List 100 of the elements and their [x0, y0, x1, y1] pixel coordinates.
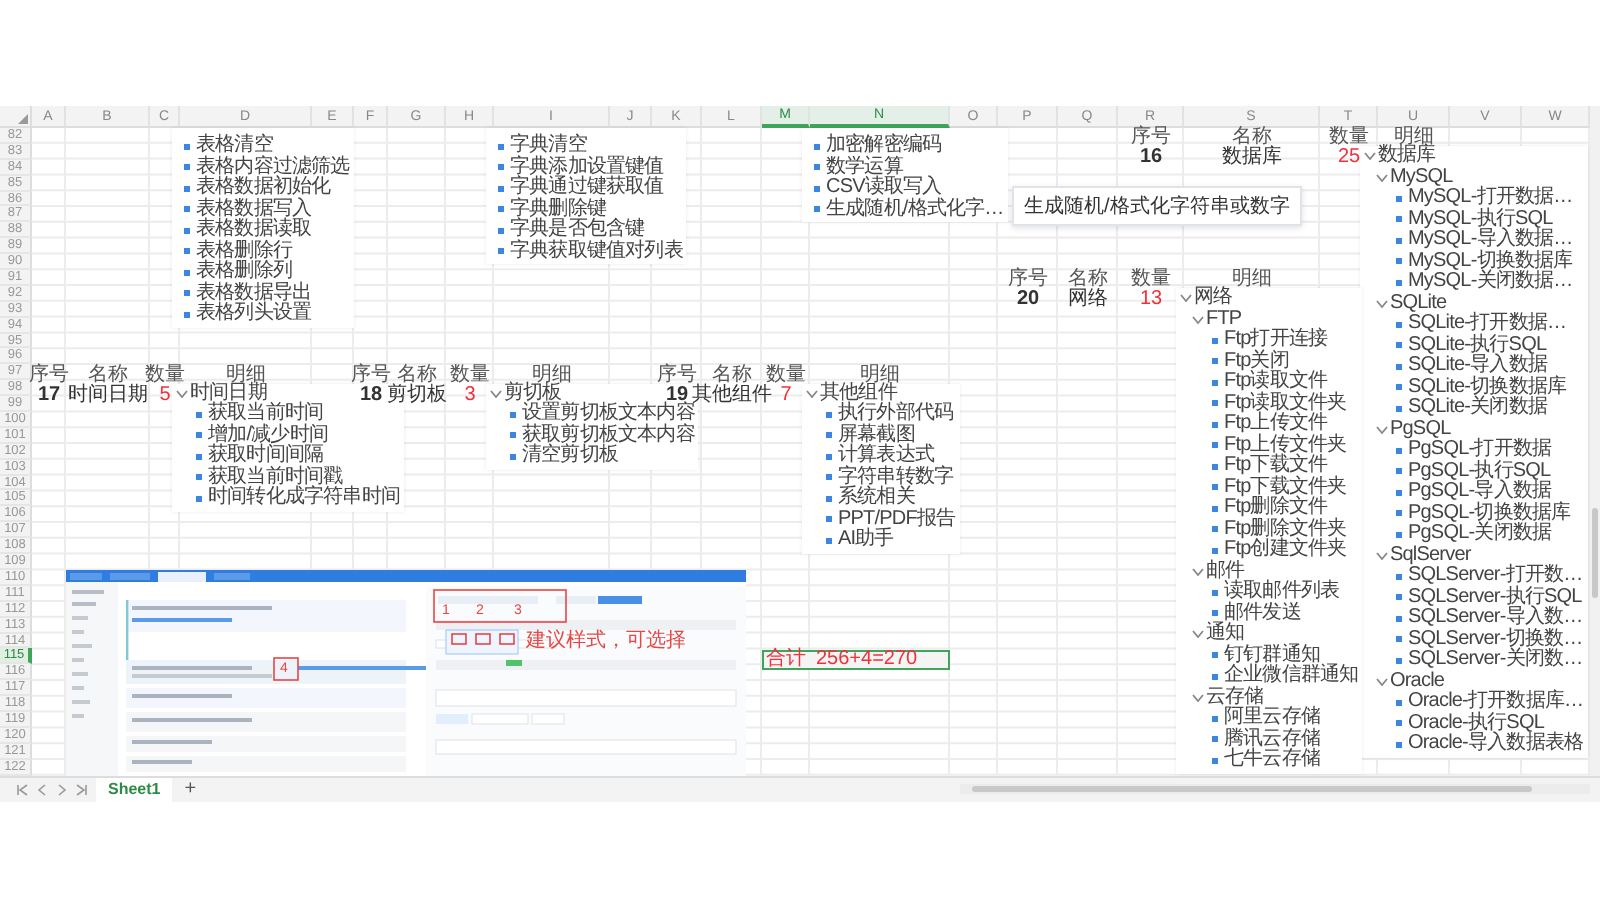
chevron-icon[interactable]: [1192, 693, 1204, 702]
bullet-icon: [1212, 610, 1218, 617]
tree-item: 清空剪切板: [522, 446, 619, 467]
tree-group-label[interactable]: MySQL: [1390, 167, 1453, 188]
tree-item: Ftp下载文件: [1224, 456, 1328, 477]
bullet-icon: [826, 432, 832, 439]
bullet-icon: [1396, 237, 1402, 244]
bullet-icon: [184, 164, 190, 171]
bullet-icon: [1212, 421, 1218, 428]
chevron-icon[interactable]: [1364, 152, 1376, 161]
bullet-icon: [1396, 342, 1402, 349]
tree-item: 阿里云存储: [1224, 708, 1321, 729]
bullet-icon: [826, 537, 832, 544]
sheet-tab[interactable]: Sheet1: [96, 777, 173, 802]
header-label: 数量: [450, 363, 490, 385]
tree-item: SQLServer-打开数…: [1408, 566, 1583, 586]
tree-item: SQLite-执行SQL: [1408, 335, 1547, 355]
count-value: 3: [464, 383, 476, 405]
bullet-icon: [184, 227, 190, 234]
bullet-icon: [1212, 442, 1218, 449]
list-item: 表格数据写入: [196, 199, 312, 219]
header-label: 明细: [532, 363, 572, 385]
bullet-icon: [498, 185, 504, 192]
bullet-icon: [1396, 510, 1402, 517]
tree-item: 屏幕截图: [838, 425, 915, 445]
header-label: 名称: [712, 363, 752, 385]
tree-group-label[interactable]: PgSQL: [1390, 419, 1451, 440]
bullet-icon: [1212, 337, 1218, 344]
select-all-icon[interactable]: [18, 114, 28, 124]
add-sheet-button[interactable]: +: [178, 779, 203, 800]
tree-item: SQLite-打开数据…: [1408, 314, 1567, 334]
tree-item: SQLite-关闭数据: [1408, 398, 1548, 419]
header-label: 数量: [1131, 268, 1171, 291]
tree-group-label[interactable]: 时间日期: [190, 383, 267, 404]
count-value: 13: [1139, 288, 1163, 311]
bullet-icon: [1396, 405, 1402, 412]
chevron-icon[interactable]: [1376, 173, 1388, 182]
tree-item: SQLServer-关闭数…: [1408, 650, 1583, 671]
tree-group-label[interactable]: Oracle: [1390, 671, 1445, 692]
tree-item: SQLServer-导入数…: [1408, 608, 1583, 628]
tree-item: MySQL-打开数据…: [1408, 188, 1573, 208]
chevron-icon[interactable]: [1192, 315, 1204, 324]
tree-item: Ftp上传文件: [1224, 414, 1328, 435]
tree-group-label[interactable]: 通知: [1206, 624, 1245, 646]
bullet-icon: [1396, 363, 1402, 370]
bullet-icon: [1396, 531, 1402, 538]
chevron-icon[interactable]: [806, 389, 818, 398]
tree-item: 获取当前时间: [208, 404, 324, 424]
chevron-icon[interactable]: [1376, 551, 1388, 560]
bullet-icon: [510, 432, 516, 439]
list-item: 字典通过键获取值: [510, 178, 664, 198]
scrollbar-thumb[interactable]: [972, 785, 1532, 792]
chevron-icon[interactable]: [1376, 677, 1388, 686]
bullet-icon: [1396, 447, 1402, 454]
horizontal-scrollbar[interactable]: [960, 783, 1590, 794]
vertical-scrollbar[interactable]: [1590, 106, 1600, 776]
tree-group-label[interactable]: 剪切板: [504, 383, 562, 404]
count-value: 25: [1337, 146, 1361, 168]
tree-item: Ftp读取文件夹: [1224, 393, 1347, 414]
name-value: 其他组件: [692, 383, 772, 405]
bullet-icon: [1212, 715, 1218, 722]
tree-item: PgSQL-执行SQL: [1408, 461, 1551, 481]
chevron-icon[interactable]: [490, 389, 502, 398]
last-sheet-icon[interactable]: [76, 783, 88, 796]
list-item: 字典获取键值对列表: [510, 241, 683, 262]
tree-group-label[interactable]: SQLite: [1390, 293, 1447, 314]
tree-group-label[interactable]: 网络: [1194, 288, 1233, 310]
chevron-icon[interactable]: [1192, 630, 1204, 639]
header-label: 名称: [397, 363, 437, 385]
header-label: 明细: [226, 363, 266, 385]
previous-sheet-icon[interactable]: [36, 783, 48, 796]
bullet-icon: [510, 411, 516, 418]
tree-group-label[interactable]: FTP: [1206, 309, 1242, 331]
chevron-icon[interactable]: [176, 389, 188, 398]
list-item: 加密解密编码: [826, 136, 942, 156]
tree-item: Ftp关闭: [1224, 351, 1289, 372]
bullet-icon: [1212, 526, 1218, 533]
tree-item: Ftp打开连接: [1224, 330, 1328, 351]
tree-group-label[interactable]: 云存储: [1206, 687, 1264, 709]
tree-group-label[interactable]: 数据库: [1378, 146, 1436, 167]
chevron-icon[interactable]: [1376, 299, 1388, 308]
list-item: 表格数据初始化: [196, 178, 331, 198]
selected-range[interactable]: 合计 256+4=270: [762, 649, 950, 670]
number-value: 20: [1016, 288, 1040, 311]
bullet-icon: [1396, 489, 1402, 496]
tree-group-label[interactable]: 其他组件: [820, 383, 897, 404]
next-sheet-icon[interactable]: [56, 783, 68, 796]
header-label: 数量: [1329, 126, 1369, 148]
bullet-icon: [1212, 652, 1218, 659]
tree-item: MySQL-导入数据…: [1408, 230, 1573, 250]
bullet-icon: [1396, 279, 1402, 286]
chevron-icon[interactable]: [1192, 567, 1204, 576]
tree-item: PgSQL-关闭数据: [1408, 524, 1552, 545]
bullet-icon: [1396, 657, 1402, 664]
chevron-icon[interactable]: [1376, 425, 1388, 434]
tree-group-label[interactable]: SqlServer: [1390, 545, 1471, 566]
chevron-icon[interactable]: [1180, 294, 1192, 303]
first-sheet-icon[interactable]: [16, 783, 28, 796]
tree-item: PgSQL-导入数据: [1408, 482, 1552, 502]
tree-item: 系统相关: [838, 488, 915, 509]
